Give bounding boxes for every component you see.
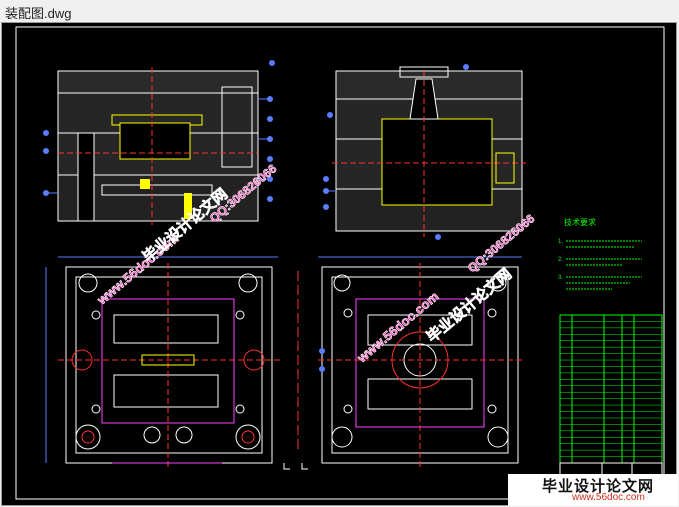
technical-requirements: 技术要求 1. 2. 3.	[558, 217, 642, 290]
cad-drawing: 技术要求 1. 2. 3. www.56doc.com 毕业设计论文网 QQ:3…	[15, 26, 665, 500]
tech-req-line-1: 1.	[558, 239, 563, 245]
stamp-url: www.56doc.com	[572, 492, 645, 503]
section-markers	[283, 271, 308, 470]
parts-list	[559, 314, 663, 464]
tech-req-line-3: 3.	[558, 275, 563, 281]
tech-req-line-2: 2.	[558, 257, 563, 263]
watermark-site-2: www.56doc.com	[354, 289, 442, 366]
window-title: 装配图.dwg	[5, 6, 72, 21]
cad-drawing-viewport[interactable]: 技术要求 1. 2. 3. www.56doc.com 毕业设计论文网 QQ:3…	[1, 22, 677, 506]
left-plan-view	[45, 256, 282, 469]
right-section-view	[323, 64, 526, 240]
window-title-bar: 装配图.dwg	[0, 0, 679, 22]
corner-watermark-stamp: 毕业设计论文网 www.56doc.com	[508, 474, 678, 506]
tech-req-title: 技术要求	[564, 217, 596, 227]
